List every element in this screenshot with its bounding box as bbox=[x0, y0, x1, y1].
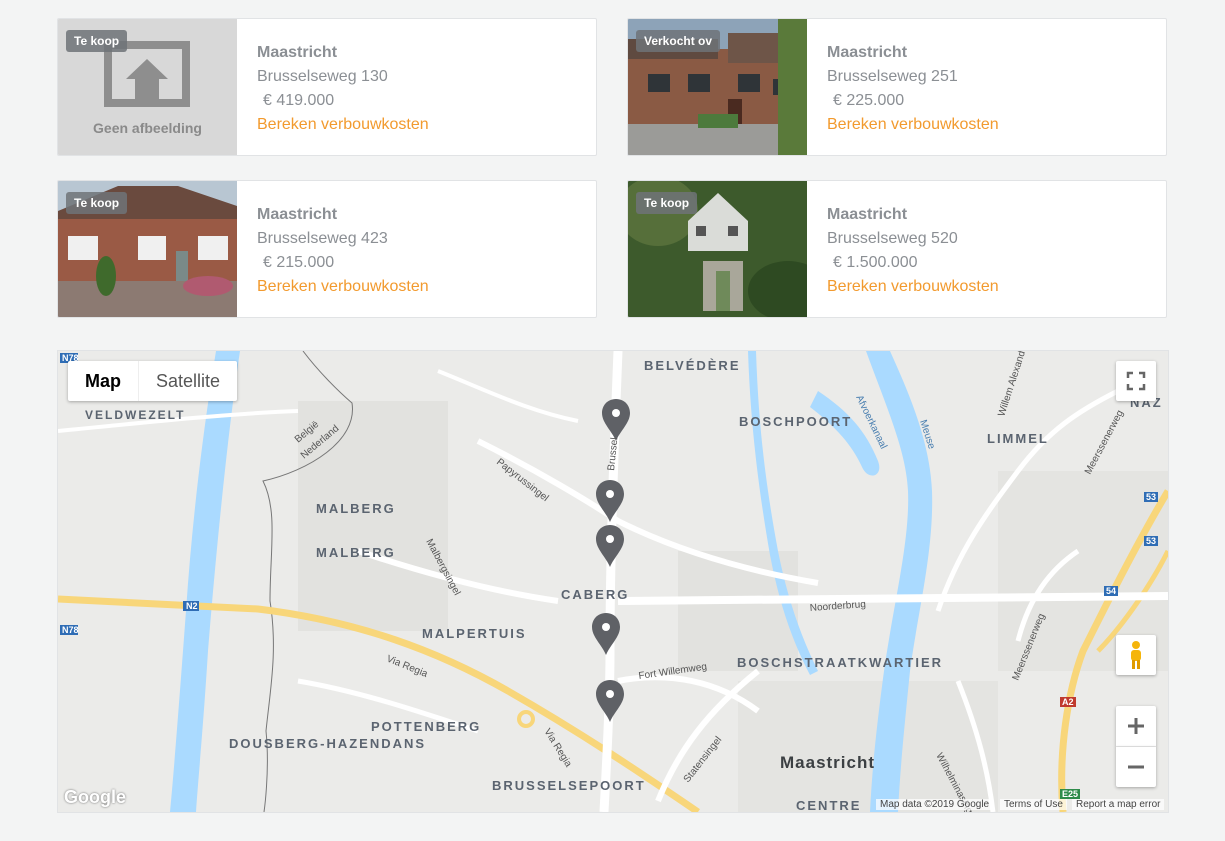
listing-city: Maastricht bbox=[827, 206, 908, 223]
no-image-label: Geen afbeelding bbox=[93, 120, 202, 136]
listing-card[interactable]: Te koop Maastricht Brusselseweg 520 € 1.… bbox=[627, 180, 1167, 318]
road-shield: N78 bbox=[62, 625, 79, 635]
listing-address: Brusselseweg 520 bbox=[827, 230, 958, 247]
listing-city: Maastricht bbox=[827, 44, 908, 61]
listing-price: € 419.000 bbox=[263, 92, 335, 109]
calculate-renovation-link[interactable]: Bereken verbouwkosten bbox=[257, 113, 429, 137]
map-label: BOSCHPOORT bbox=[739, 414, 852, 429]
listing-city: Maastricht bbox=[257, 44, 338, 61]
map-label: BOSCHSTRAATKWARTIER bbox=[737, 655, 943, 670]
listing-address: Brusselseweg 130 bbox=[257, 68, 388, 85]
map-label: BELVÉDÈRE bbox=[644, 358, 741, 373]
map-label: LIMMEL bbox=[987, 431, 1049, 446]
calculate-renovation-link[interactable]: Bereken verbouwkosten bbox=[827, 113, 999, 137]
map-label: CENTRE bbox=[796, 798, 861, 812]
satellite-view-button[interactable]: Satellite bbox=[139, 361, 237, 401]
listing-price: € 225.000 bbox=[833, 92, 905, 109]
map-widget[interactable]: VELDWEZELT BELVÉDÈRE BOSCHPOORT LIMMEL M… bbox=[57, 350, 1169, 813]
map-canvas[interactable]: VELDWEZELT BELVÉDÈRE BOSCHPOORT LIMMEL M… bbox=[58, 351, 1168, 812]
listing-card[interactable]: Te koop Maastricht Brusselseweg 423 € 21… bbox=[57, 180, 597, 318]
street-view-pegman[interactable] bbox=[1116, 635, 1156, 675]
map-label: BRUSSELSEPOORT bbox=[492, 778, 646, 793]
terms-link[interactable]: Terms of Use bbox=[1000, 799, 1067, 810]
map-label: MALPERTUIS bbox=[422, 626, 527, 641]
listing-photo: Te koop bbox=[58, 181, 237, 317]
google-logo: Google bbox=[64, 787, 126, 807]
listing-photo: Te koop bbox=[628, 181, 807, 317]
listing-photo: Verkocht ov bbox=[628, 19, 807, 155]
listing-card[interactable]: Geen afbeelding Te koop Maastricht Bruss… bbox=[57, 18, 597, 156]
listing-city: Maastricht bbox=[257, 206, 338, 223]
calculate-renovation-link[interactable]: Bereken verbouwkosten bbox=[827, 275, 999, 299]
road-shield: A2 bbox=[1062, 697, 1074, 707]
status-badge: Te koop bbox=[636, 192, 698, 214]
road-shield: 53 bbox=[1146, 536, 1156, 546]
listing-card[interactable]: Verkocht ov Maastricht Brusselseweg 251 … bbox=[627, 18, 1167, 156]
status-badge: Te koop bbox=[66, 192, 128, 214]
fullscreen-button[interactable] bbox=[1116, 361, 1156, 401]
map-label: POTTENBERG bbox=[371, 719, 481, 734]
map-data-attribution: Map data ©2019 Google bbox=[876, 799, 994, 810]
report-error-link[interactable]: Report a map error bbox=[1072, 799, 1165, 810]
listing-address: Brusselseweg 423 bbox=[257, 230, 388, 247]
map-label: VELDWEZELT bbox=[85, 408, 185, 422]
listing-price: € 1.500.000 bbox=[833, 254, 918, 271]
zoom-out-button[interactable] bbox=[1116, 747, 1156, 787]
listing-address: Brusselseweg 251 bbox=[827, 68, 958, 85]
road-shield: E25 bbox=[1062, 789, 1078, 799]
map-label: DOUSBERG-HAZENDANS bbox=[229, 736, 426, 751]
calculate-renovation-link[interactable]: Bereken verbouwkosten bbox=[257, 275, 429, 299]
map-view-button[interactable]: Map bbox=[68, 361, 139, 401]
city-label: Maastricht bbox=[780, 753, 875, 772]
minus-icon bbox=[1128, 765, 1144, 769]
no-image-placeholder: Geen afbeelding Te koop bbox=[58, 19, 237, 155]
road-shield: N2 bbox=[186, 601, 198, 611]
zoom-in-button[interactable] bbox=[1116, 706, 1156, 747]
map-type-control: Map Satellite bbox=[68, 361, 238, 401]
map-label: MALBERG bbox=[316, 545, 396, 560]
plus-icon bbox=[1128, 718, 1144, 734]
map-label: MALBERG bbox=[316, 501, 396, 516]
status-badge: Te koop bbox=[66, 30, 128, 52]
map-label: CABERG bbox=[561, 587, 629, 602]
road-shield: 54 bbox=[1106, 586, 1116, 596]
pegman-icon bbox=[1131, 641, 1141, 669]
listing-price: € 215.000 bbox=[263, 254, 335, 271]
status-badge: Verkocht ov bbox=[636, 30, 721, 52]
road-shield: 53 bbox=[1146, 492, 1156, 502]
fullscreen-icon bbox=[1126, 371, 1146, 391]
